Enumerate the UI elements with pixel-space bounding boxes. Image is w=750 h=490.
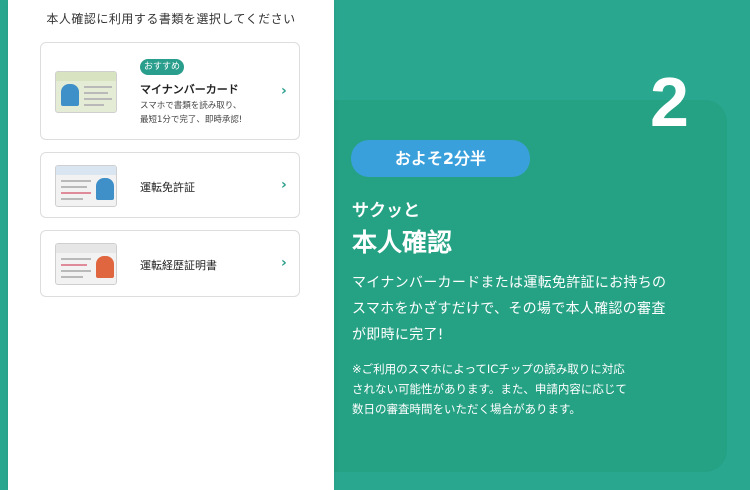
step-note: ※ご利用のスマホによってICチップの読み取りに対応 されない可能性があります。ま… (352, 362, 627, 416)
my-number-card-image (55, 71, 117, 113)
document-option-my-number-card[interactable]: おすすめ マイナンバーカード スマホで書類を読み取り、 最短1分で完了、即時承認… (40, 42, 300, 140)
drivers-license-image (55, 165, 117, 207)
chevron-right-icon: › (281, 83, 287, 99)
step-description: マイナンバーカードまたは運転免許証にお持ちの スマホをかざすだけで、その場で本人… (352, 275, 667, 343)
document-option-driving-history-certificate[interactable]: 運転経歴証明書 › (40, 230, 300, 297)
recommended-badge: おすすめ (140, 59, 184, 75)
document-name: マイナンバーカード (140, 83, 239, 96)
chevron-right-icon: › (281, 255, 287, 271)
document-name: 運転経歴証明書 (140, 259, 217, 272)
step-heading: 本人確認 (352, 228, 453, 257)
document-select-screen: 本人確認に利用する書類を選択してください おすすめ マイナンバーカード スマホで… (8, 0, 334, 490)
duration-badge: およそ2分半 (351, 140, 530, 177)
screen-title: 本人確認に利用する書類を選択してください (46, 12, 296, 26)
document-name: 運転免許証 (140, 181, 195, 194)
step-subheading: サクッと (352, 201, 420, 221)
chevron-right-icon: › (281, 177, 287, 193)
driving-history-certificate-image (55, 243, 117, 285)
document-description: スマホで書類を読み取り、 最短1分で完了、即時承認! (140, 101, 243, 125)
step-number: 2 (650, 63, 689, 141)
document-option-drivers-license[interactable]: 運転免許証 › (40, 152, 300, 218)
